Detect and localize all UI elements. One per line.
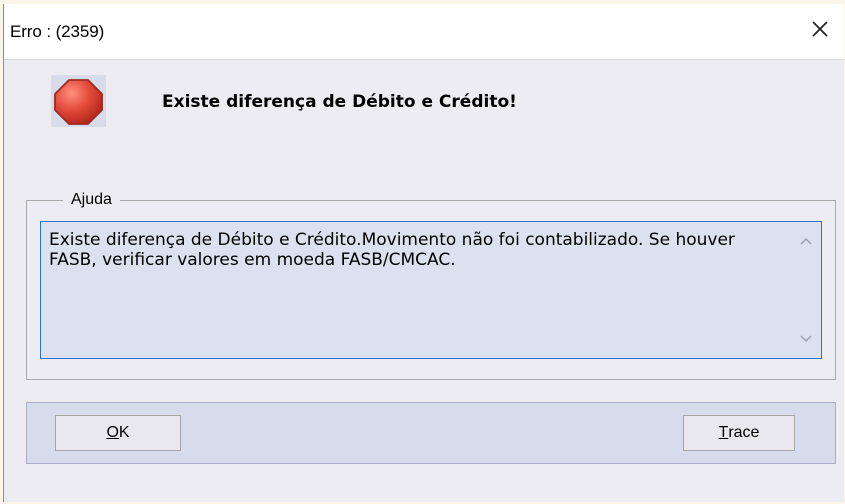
trace-mnemonic: T <box>718 424 729 441</box>
scroll-down-icon <box>800 330 812 348</box>
stop-icon <box>51 75 106 127</box>
error-dialog: Erro : (2359) Existe diferença de Débito… <box>3 4 844 502</box>
dialog-title: Erro : (2359) <box>10 22 105 41</box>
ok-label-rest: K <box>118 424 130 441</box>
help-group: Ajuda Existe diferença de Débito e Crédi… <box>26 191 836 380</box>
scroll-up-icon <box>800 232 812 250</box>
trace-label-rest: race <box>728 424 760 441</box>
button-bar: OK Trace <box>26 402 836 464</box>
help-textarea[interactable]: Existe diferença de Débito e Crédito.Mov… <box>40 221 822 359</box>
help-legend: Ajuda <box>63 191 120 209</box>
message-headline: Existe diferença de Débito e Crédito! <box>162 92 517 112</box>
title-bar: Erro : (2359) <box>4 4 844 60</box>
message-area: Existe diferença de Débito e Crédito! <box>4 60 844 150</box>
ok-button[interactable]: OK <box>55 415 181 451</box>
close-icon <box>810 19 830 44</box>
help-text: Existe diferença de Débito e Crédito.Mov… <box>49 230 741 270</box>
trace-button[interactable]: Trace <box>683 415 795 451</box>
ok-mnemonic: O <box>106 424 119 441</box>
close-button[interactable] <box>796 4 844 59</box>
scroll-up-button[interactable] <box>799 234 813 248</box>
scroll-down-button[interactable] <box>799 332 813 346</box>
